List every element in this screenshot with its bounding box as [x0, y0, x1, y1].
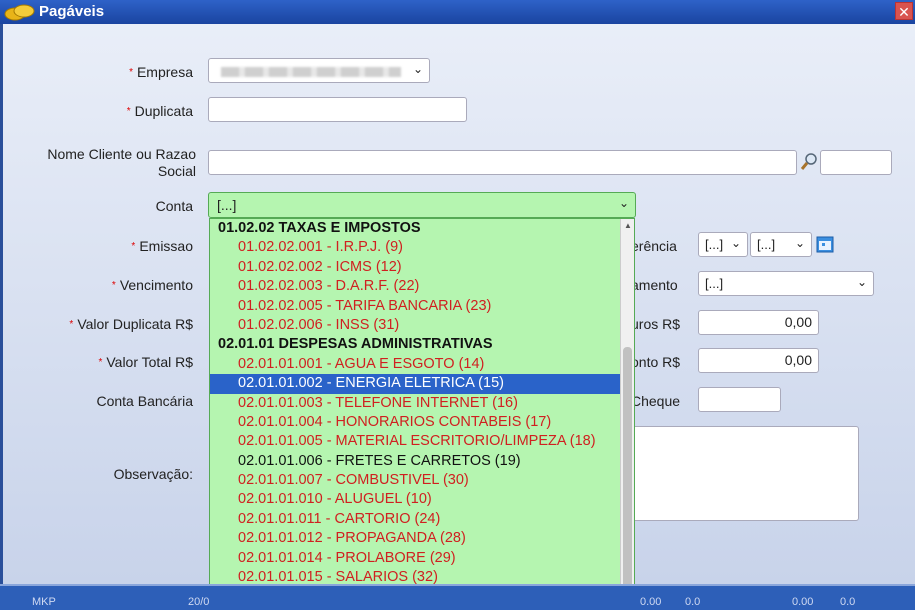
juros-label: uros R$	[631, 316, 681, 332]
dropdown-group-header: 02.01.01 DESPESAS ADMINISTRATIVAS	[218, 336, 493, 353]
dropdown-option[interactable]: 02.01.01.003 - TELEFONE INTERNET (16)	[210, 394, 620, 413]
dropdown-option[interactable]: 02.01.01.005 - MATERIAL ESCRITORIO/LIMPE…	[210, 432, 620, 451]
dropdown-option[interactable]: 02.01.01.002 - ENERGIA ELETRICA (15)	[210, 374, 620, 394]
grid-cell: 20/0	[188, 596, 210, 608]
observacao-label: Observação:	[113, 466, 193, 482]
ref-ano-select[interactable]: [...] ⌄	[750, 232, 812, 257]
conta-label: Conta	[155, 198, 193, 214]
desconto-input[interactable]: 0,00	[698, 348, 819, 373]
scrollbar-thumb[interactable]	[623, 347, 632, 595]
desconto-label: onto R$	[631, 354, 681, 370]
empresa-value-blurred	[221, 67, 401, 77]
title-bar: Pagáveis ✕	[0, 0, 915, 24]
calendar-icon[interactable]	[816, 235, 834, 253]
referencia-label: erência	[631, 238, 677, 254]
valor-total-label: * Valor Total R$	[98, 354, 193, 370]
chevron-down-icon: ⌄	[730, 236, 741, 250]
nome-cliente-label: Nome Cliente ou Razao Social	[47, 146, 196, 179]
dropdown-option[interactable]: 02.01.01.012 - PROPAGANDA (28)	[210, 529, 620, 548]
dropdown-option[interactable]: 01.02.02.005 - TARIFA BANCARIA (23)	[210, 297, 620, 316]
duplicata-label: * Duplicata	[126, 103, 193, 119]
ref-mes-select[interactable]: [...] ⌄	[698, 232, 748, 257]
conta-select[interactable]: [...] ⌄	[208, 192, 636, 218]
grid-cell: 0.0	[840, 596, 856, 608]
dropdown-option[interactable]: 02.01.01.004 - HONORARIOS CONTABEIS (17)	[210, 413, 620, 432]
magnifier-icon[interactable]	[800, 152, 818, 172]
vencimento-label: * Vencimento	[111, 277, 193, 293]
chevron-down-icon: ⌄	[412, 62, 423, 76]
grid-cell: 0.0	[685, 596, 701, 608]
dropdown-option[interactable]: 02.01.01.014 - PROLABORE (29)	[210, 549, 620, 568]
dropdown-scrollbar[interactable]: ▲ ▼	[620, 219, 634, 609]
grid-cell: 0.00	[792, 596, 814, 608]
dropdown-option[interactable]: 01.02.02.002 - ICMS (12)	[210, 258, 620, 277]
window-title: Pagáveis	[39, 3, 105, 20]
chevron-down-icon: ⌄	[856, 275, 867, 289]
conta-bancaria-label: Conta Bancária	[96, 393, 193, 409]
dropdown-option[interactable]: 01.02.02.006 - INSS (31)	[210, 316, 620, 335]
nome-cliente-input[interactable]	[208, 150, 797, 175]
valor-duplicata-label: * Valor Duplicata R$	[69, 316, 193, 332]
cheque-label: Cheque	[631, 393, 681, 409]
juros-input[interactable]: 0,00	[698, 310, 819, 335]
chevron-down-icon: ⌄	[618, 196, 629, 210]
cheque-input[interactable]	[698, 387, 781, 412]
dropdown-option[interactable]: 02.01.01.010 - ALUGUEL (10)	[210, 490, 620, 509]
duplicata-input[interactable]	[208, 97, 467, 122]
empresa-label: * Empresa	[129, 64, 193, 80]
close-button[interactable]: ✕	[895, 2, 913, 20]
observacao-textarea[interactable]	[631, 426, 859, 521]
coins-icon	[4, 4, 35, 21]
dropdown-option[interactable]: 01.02.02.003 - D.A.R.F. (22)	[210, 277, 620, 296]
dropdown-option[interactable]: 02.01.01.006 - FRETES E CARRETOS (19)	[210, 452, 620, 471]
dropdown-group-header: 01.02.02 TAXAS E IMPOSTOS	[218, 220, 421, 236]
dropdown-options: 01.02.02 TAXAS E IMPOSTOS 01.02.02.001 - …	[210, 219, 620, 607]
empresa-select[interactable]: ⌄	[208, 58, 430, 83]
pagamento-select[interactable]: [...] ⌄	[698, 271, 874, 296]
grid-cell: 0.00	[640, 596, 662, 608]
conta-dropdown-list[interactable]: 01.02.02 TAXAS E IMPOSTOS 01.02.02.001 - …	[209, 218, 635, 610]
grid-cell: MKP	[32, 596, 56, 608]
chevron-down-icon: ⌄	[794, 236, 805, 250]
pagamento-label: amento	[631, 277, 678, 293]
emissao-label: * Emissao	[131, 238, 193, 254]
dropdown-option[interactable]: 01.02.02.001 - I.R.P.J. (9)	[210, 238, 620, 257]
codigo-cliente-input[interactable]	[820, 150, 892, 175]
scroll-up-icon[interactable]: ▲	[624, 221, 632, 230]
background-grid-strip: MKP 20/0 0.00 0.0 0.00 0.0	[0, 584, 915, 610]
dropdown-option[interactable]: 02.01.01.011 - CARTORIO (24)	[210, 510, 620, 529]
dropdown-option[interactable]: 02.01.01.001 - AGUA E ESGOTO (14)	[210, 355, 620, 374]
dropdown-option[interactable]: 02.01.01.007 - COMBUSTIVEL (30)	[210, 471, 620, 490]
